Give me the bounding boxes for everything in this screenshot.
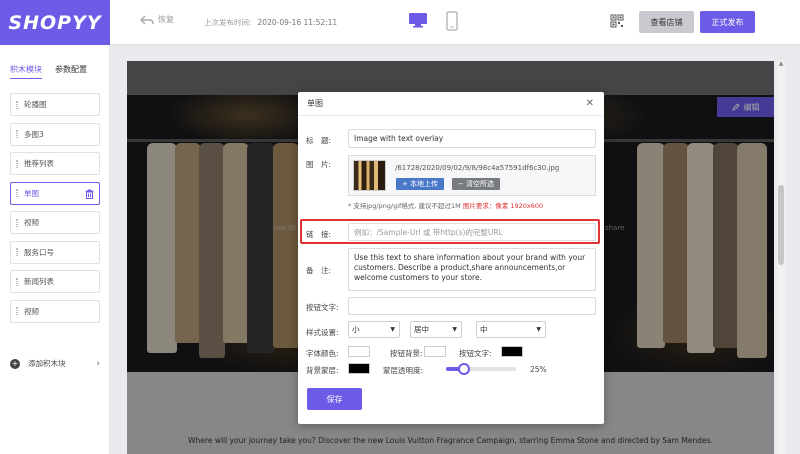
font-color-swatch[interactable] xyxy=(348,346,370,357)
undo-arrow-icon xyxy=(140,14,154,25)
sidebar-tabs: 积木模块 参数配置 xyxy=(10,64,87,79)
last-publish-label: 上次发布时间: xyxy=(204,18,252,27)
undo-button[interactable]: 恢复 xyxy=(140,14,174,25)
button-bg-label: 按钮背景: xyxy=(390,349,423,358)
size-select-value: 小 xyxy=(352,325,360,334)
image-hint: * 支持jpg/png/gif格式, 建议不超过1M 图片要求：像素 1920x… xyxy=(348,200,543,210)
block-item[interactable]: 服务口号 xyxy=(10,240,100,264)
block-item[interactable]: 视频 xyxy=(10,299,100,323)
overlay-opacity-label: 蒙层透明度: xyxy=(383,366,424,375)
block-item[interactable]: 视频 xyxy=(10,211,100,234)
button-text-color-label: 按钮文字: xyxy=(459,349,492,358)
align-select[interactable]: 居中 ▼ xyxy=(410,321,462,338)
drag-handle-icon[interactable] xyxy=(16,277,18,286)
drag-handle-icon[interactable] xyxy=(16,307,18,315)
drag-handle-icon[interactable] xyxy=(16,130,18,138)
tab-params[interactable]: 参数配置 xyxy=(55,64,87,79)
overlay-opacity-slider[interactable] xyxy=(446,363,516,375)
add-block-button[interactable]: + 添加积木块 › xyxy=(10,358,100,369)
image-path: /61728/2020/09/02/9/8/98c4a57591df6c30.j… xyxy=(395,164,560,172)
chevron-down-icon: ▼ xyxy=(390,326,395,333)
block-item[interactable]: 多图3 xyxy=(10,122,100,146)
title-input[interactable]: Image with text overlay xyxy=(348,129,596,148)
link-input[interactable]: 例如：/Sample-Url 或 带http(s)的完整URL xyxy=(348,223,596,241)
button-bg-swatch[interactable] xyxy=(424,346,446,357)
block-label: 服务口号 xyxy=(24,247,54,257)
add-block-label: 添加积木块 xyxy=(28,359,66,368)
note-label: 备 注: xyxy=(306,266,332,275)
image-label: 图 片: xyxy=(306,160,332,169)
block-label: 多图3 xyxy=(24,129,44,139)
view-store-button[interactable]: 查看店铺 xyxy=(639,11,694,33)
size-select[interactable]: 小 ▼ xyxy=(348,321,400,338)
undo-label: 恢复 xyxy=(158,15,174,24)
button-text-input[interactable] xyxy=(348,297,596,315)
last-publish: 上次发布时间: 2020-09-16 11:52:11 xyxy=(204,17,337,28)
canvas-scrollbar[interactable] xyxy=(777,60,785,454)
drag-handle-icon[interactable] xyxy=(16,189,18,197)
image-size-requirement: 图片要求：像素 1920x600 xyxy=(462,202,544,210)
button-text-color-swatch[interactable] xyxy=(501,346,523,357)
block-item[interactable]: 推荐列表 xyxy=(10,152,100,175)
modal-title: 单图 xyxy=(307,99,323,108)
block-label: 新闻列表 xyxy=(24,277,54,286)
single-image-modal: 单图 ✕ 标 题: Image with text overlay 图 片: /… xyxy=(298,92,604,424)
block-item[interactable]: 新闻列表 xyxy=(10,270,100,293)
desktop-view-icon[interactable] xyxy=(408,12,428,30)
block-list: 轮播图 多图3 推荐列表 单图 视频 服务口号 新闻列表 视频 xyxy=(10,93,100,329)
image-thumbnail xyxy=(353,160,386,191)
chevron-down-icon: ▼ xyxy=(452,326,457,333)
drag-handle-icon[interactable] xyxy=(16,100,18,109)
save-button[interactable]: 保存 xyxy=(307,388,362,410)
block-label: 推荐列表 xyxy=(24,159,54,168)
mobile-view-icon[interactable] xyxy=(446,11,458,33)
bg-overlay-label: 背景蒙层: xyxy=(306,366,339,375)
image-picker: /61728/2020/09/02/9/8/98c4a57591df6c30.j… xyxy=(348,155,596,196)
button-text-label: 按钮文字: xyxy=(306,303,339,312)
style-label: 样式设置: xyxy=(306,328,339,337)
block-item-active[interactable]: 单图 xyxy=(10,181,100,205)
sidebar: 积木模块 参数配置 轮播图 多图3 推荐列表 单图 视频 服务口号 新闻列表 视… xyxy=(0,45,110,454)
font-color-label: 字体颜色: xyxy=(306,349,339,358)
clear-selection-button[interactable]: − 清空所选 xyxy=(452,178,500,190)
link-label: 链 接: xyxy=(306,230,332,239)
block-label: 单图 xyxy=(24,188,39,198)
weight-select-value: 中 xyxy=(480,325,488,334)
chevron-down-icon: ▼ xyxy=(536,326,541,333)
scroll-up-icon[interactable]: ▲ xyxy=(777,60,785,68)
weight-select[interactable]: 中 ▼ xyxy=(476,321,546,338)
tab-blocks[interactable]: 积木模块 xyxy=(10,64,42,79)
logo: SHOPYY xyxy=(0,0,110,45)
close-icon[interactable]: ✕ xyxy=(586,99,594,109)
note-textarea[interactable]: Use this text to share information about… xyxy=(348,248,596,291)
drag-handle-icon[interactable] xyxy=(16,159,18,168)
publish-button[interactable]: 正式发布 xyxy=(700,11,755,33)
plus-icon: + xyxy=(10,358,20,369)
trash-icon[interactable] xyxy=(85,189,94,199)
scrollbar-thumb[interactable] xyxy=(778,185,784,265)
slider-handle[interactable] xyxy=(457,363,470,375)
drag-handle-icon[interactable] xyxy=(16,248,18,256)
block-label: 视频 xyxy=(24,218,39,227)
image-hint-text: * 支持jpg/png/gif格式, 建议不超过1M xyxy=(348,202,461,210)
overlay-opacity-value: 25% xyxy=(530,365,547,374)
block-label: 视频 xyxy=(24,306,39,316)
modal-header: 单图 ✕ xyxy=(298,92,604,116)
bg-overlay-swatch[interactable] xyxy=(348,363,370,374)
chevron-right-icon: › xyxy=(96,358,100,369)
align-select-value: 居中 xyxy=(414,325,429,334)
drag-handle-icon[interactable] xyxy=(16,218,18,227)
block-item[interactable]: 轮播图 xyxy=(10,93,100,116)
upload-button[interactable]: + 本地上传 xyxy=(396,178,444,190)
qr-code-icon[interactable] xyxy=(610,14,624,30)
title-label: 标 题: xyxy=(306,136,332,145)
block-label: 轮播图 xyxy=(24,100,47,109)
top-bar: SHOPYY 恢复 上次发布时间: 2020-09-16 11:52:11 查看店… xyxy=(0,0,800,45)
last-publish-time: 2020-09-16 11:52:11 xyxy=(257,18,338,27)
